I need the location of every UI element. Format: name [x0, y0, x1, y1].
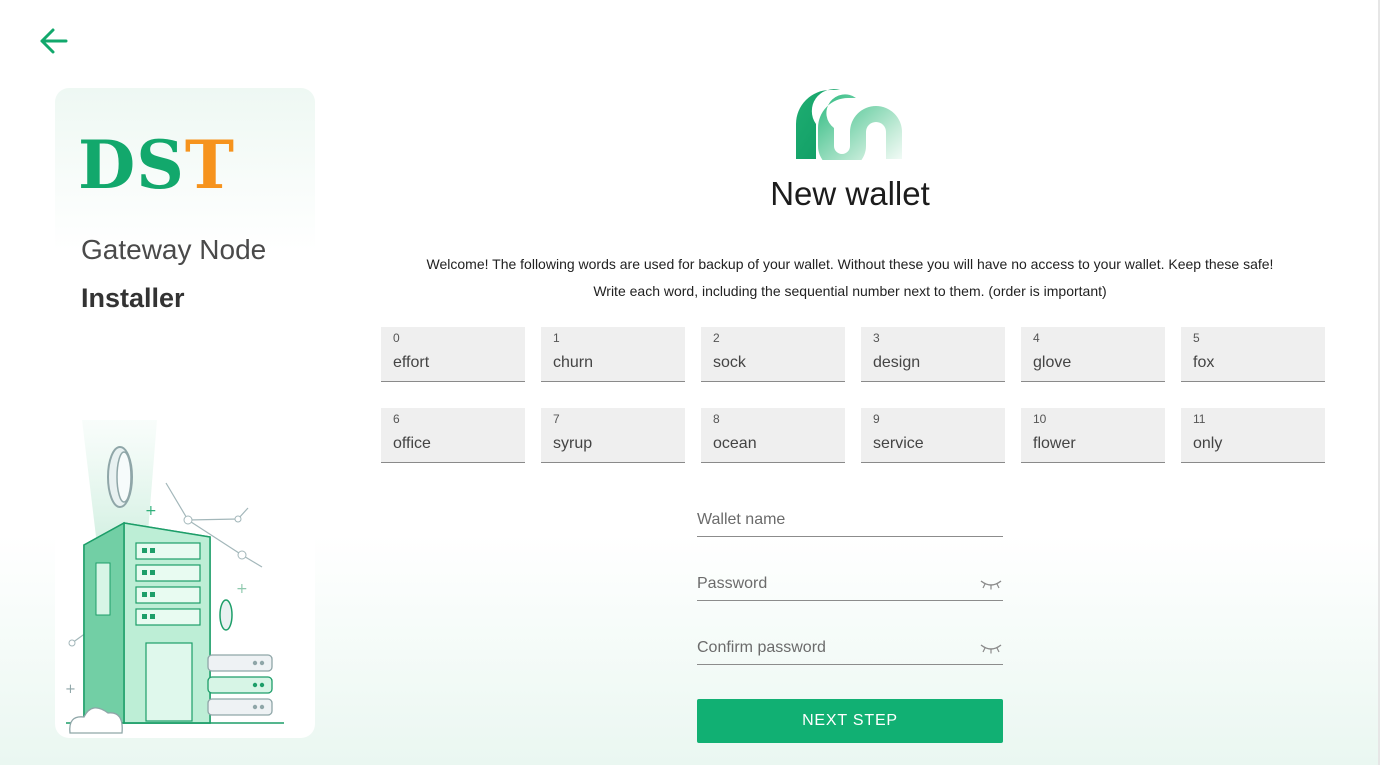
seed-word: ocean — [713, 435, 757, 452]
wallet-name-input[interactable] — [697, 507, 967, 533]
seed-word: sock — [713, 354, 746, 371]
dst-logo: DST — [78, 132, 235, 198]
seed-word: flower — [1033, 435, 1076, 452]
seed-word: fox — [1193, 354, 1215, 371]
confirm-password-field — [697, 635, 1003, 665]
seed-word-cell: 0 effort — [381, 327, 525, 382]
hide-password-icon[interactable] — [979, 577, 1003, 591]
seed-word-cell: 9 service — [861, 408, 1005, 463]
seed-word-cell: 2 sock — [701, 327, 845, 382]
password-field — [697, 571, 1003, 601]
seed-word: service — [873, 435, 924, 452]
seed-word: only — [1193, 435, 1223, 452]
server-illustration: + + + — [65, 420, 284, 734]
seed-word-cell: 3 design — [861, 327, 1005, 382]
seed-index: 11 — [1193, 412, 1206, 426]
seed-index: 10 — [1033, 412, 1047, 426]
seed-word-cell: 1 churn — [541, 327, 685, 382]
svg-text:+: + — [236, 581, 248, 597]
wallet-logo-icon — [796, 89, 902, 160]
seed-word: churn — [553, 354, 594, 371]
seed-index: 2 — [713, 331, 720, 345]
seed-word: syrup — [553, 435, 593, 452]
seed-index: 3 — [873, 331, 880, 345]
seed-index: 9 — [873, 412, 880, 426]
back-arrow-icon[interactable] — [36, 24, 72, 58]
seed-index: 8 — [713, 412, 720, 426]
svg-text:+: + — [145, 503, 157, 519]
wallet-name-field — [697, 507, 1003, 537]
seed-word: glove — [1033, 354, 1072, 371]
intro-line-2: Write each word, including the sequentia… — [593, 283, 1107, 299]
seed-index: 7 — [553, 412, 560, 426]
seed-word-cell: 6 office — [381, 408, 525, 463]
password-input[interactable] — [697, 571, 967, 597]
seed-word-cell: 11 only — [1181, 408, 1325, 463]
seed-word: effort — [393, 354, 430, 371]
seed-word: design — [873, 354, 921, 371]
seed-index: 1 — [553, 331, 560, 345]
seed-word: office — [393, 435, 431, 452]
seed-index: 0 — [393, 331, 400, 345]
seed-index: 4 — [1033, 331, 1040, 345]
product-name: Gateway Node — [81, 234, 267, 265]
hide-confirm-password-icon[interactable] — [979, 641, 1003, 655]
seed-index: 5 — [1193, 331, 1200, 345]
seed-word-cell: 10 flower — [1021, 408, 1165, 463]
seed-word-cell: 4 glove — [1021, 327, 1165, 382]
svg-text:+: + — [65, 682, 76, 697]
confirm-password-input[interactable] — [697, 635, 967, 661]
seed-word-cell: 7 syrup — [541, 408, 685, 463]
seed-word-cell: 5 fox — [1181, 327, 1325, 382]
logo-ds-text: DS — [78, 126, 185, 204]
product-subtitle: Installer — [81, 283, 185, 313]
seed-index: 6 — [393, 412, 400, 426]
intro-line-1: Welcome! The following words are used fo… — [426, 256, 1274, 272]
page-title: New wallet — [770, 175, 930, 212]
seed-word-cell: 8 ocean — [701, 408, 845, 463]
logo-t-text: T — [184, 126, 236, 204]
next-step-button[interactable]: NEXT STEP — [697, 699, 1003, 743]
intro-text: Welcome! The following words are used fo… — [380, 251, 1320, 305]
